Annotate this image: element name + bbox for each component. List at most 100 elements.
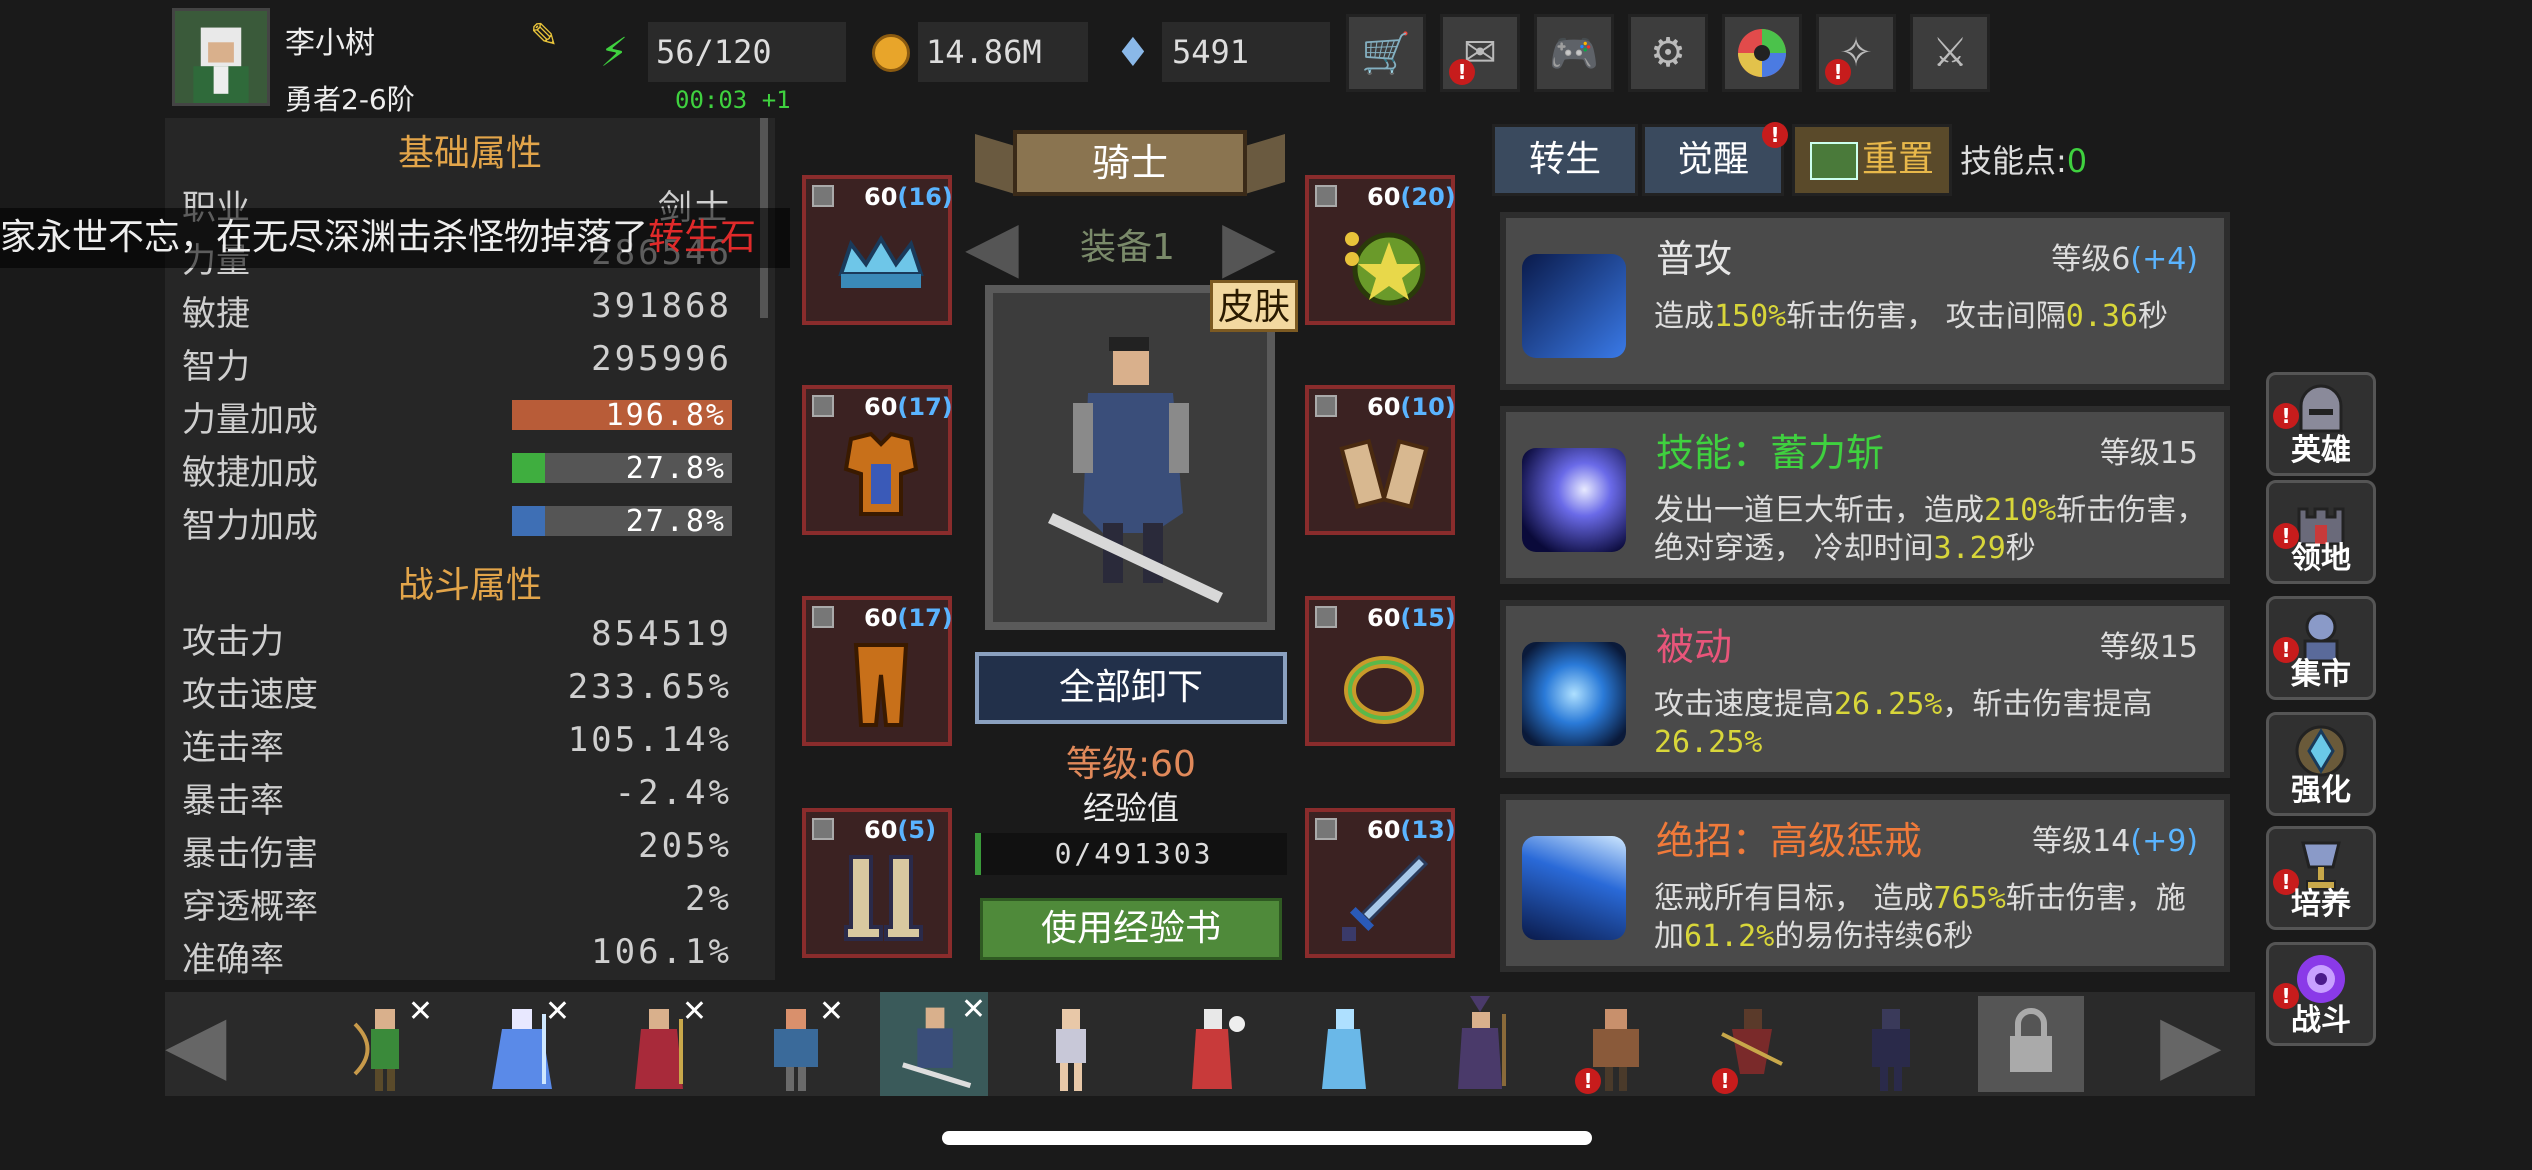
nav-hero-button[interactable]: ! 英雄: [2266, 372, 2376, 476]
use-exp-book-button[interactable]: 使用经验书: [980, 898, 1282, 960]
nav-label: 英雄: [2291, 433, 2351, 468]
shop-button[interactable]: 🛒: [1346, 14, 1426, 92]
stamina-icon: ⚡: [600, 30, 629, 76]
hero-ice-mage[interactable]: ✕: [472, 994, 572, 1094]
hero-wizard[interactable]: [1430, 994, 1530, 1094]
aperture-button[interactable]: [1722, 14, 1802, 92]
equipment-set-label: 装备1: [1080, 227, 1175, 268]
skill-name: 绝招：高级惩戒: [1656, 819, 1923, 863]
attr-value: 106.1%: [591, 932, 732, 972]
tab-rebirth[interactable]: 转生: [1492, 124, 1638, 196]
attr-row-strength-bonus: 力量加成 196.8%: [182, 392, 732, 444]
crown-icon: [838, 235, 924, 288]
skill-card-passive[interactable]: 被动 等级15 攻击速度提高26.25%，斩击伤害提高26.25%: [1500, 600, 2230, 778]
attr-label: 力量加成: [182, 400, 318, 440]
gem-icon: ♦: [1115, 30, 1151, 76]
crescent-skill-icon: [1522, 448, 1626, 552]
gem-box: 5491: [1162, 22, 1330, 82]
hero-valkyrie[interactable]: [1020, 994, 1120, 1094]
nav-label: 强化: [2291, 773, 2351, 808]
hero-sorceress[interactable]: ✕: [609, 994, 709, 1094]
attr-value: 391868: [591, 286, 732, 326]
hero-next-arrow-icon[interactable]: ▶: [2160, 996, 2250, 1092]
slot-level: 60(15): [1367, 604, 1456, 632]
lock-icon: [812, 606, 834, 628]
skin-button[interactable]: 皮肤: [1210, 280, 1298, 332]
hero-portrait: [985, 285, 1275, 630]
bonus-value: 27.8%: [625, 504, 726, 539]
exp-label: 经验值: [1082, 789, 1179, 827]
attr-row-crit-rate: 暴击率 -2.4%: [182, 773, 732, 825]
leg-armor-icon: [853, 643, 909, 727]
equip-slot-gloves[interactable]: 60(10): [1305, 385, 1456, 535]
skill-card-ultimate[interactable]: 绝招：高级惩戒 等级14(+9) 惩戒所有目标， 造成765%斩击伤害，施加61…: [1500, 794, 2230, 972]
equip-slot-weapon[interactable]: 60(13): [1305, 808, 1456, 958]
equip-slot-armor[interactable]: 60(17): [802, 385, 953, 535]
locked-hero-slot[interactable]: [1978, 996, 2084, 1092]
attr-row-combo-rate: 连击率 105.14%: [182, 720, 732, 772]
mail-button[interactable]: ✉!: [1440, 14, 1520, 92]
reset-button[interactable]: 重置: [1792, 124, 1952, 196]
skill-card-basic-attack[interactable]: 普攻 等级6(+4) 造成150%斩击伤害， 攻击间隔0.36秒: [1500, 212, 2230, 390]
attr-value: -2.4%: [614, 773, 732, 813]
attr-row-accuracy: 准确率 106.1%: [182, 932, 732, 984]
lock-icon: [812, 818, 834, 840]
next-set-arrow-icon[interactable]: ▶: [1222, 205, 1276, 287]
bonus-bar: 27.8%: [512, 451, 732, 486]
hero-archer[interactable]: ✕: [335, 994, 435, 1094]
stamina-box: 56/120: [648, 22, 846, 82]
exp-bar: 0/491303: [975, 833, 1287, 875]
alert-badge-icon: !: [1449, 59, 1475, 85]
hero-priestess[interactable]: [1162, 994, 1262, 1094]
lock-icon: [1315, 395, 1337, 417]
skill-desc: 惩戒所有目标， 造成765%斩击伤害，施加61.2%的易伤持续6秒: [1654, 881, 2186, 954]
equip-slot-legs[interactable]: 60(17): [802, 596, 953, 746]
slot-level: 60(16): [864, 183, 953, 211]
settings-button[interactable]: ⚙: [1628, 14, 1708, 92]
attr-row-intelligence-bonus: 智力加成 27.8%: [182, 498, 732, 550]
hero-prev-arrow-icon[interactable]: ◀: [165, 996, 255, 1092]
reset-label: 重置: [1861, 139, 1934, 180]
lock-icon: [812, 185, 834, 207]
gear-icon: ⚙: [1650, 30, 1686, 76]
hero-barbarian[interactable]: !: [1565, 994, 1665, 1094]
attr-row-intelligence: 智力 295996: [182, 339, 732, 391]
nav-enhance-button[interactable]: 强化: [2266, 712, 2376, 816]
slot-level: 60(5): [864, 816, 937, 844]
nav-label: 集市: [2291, 657, 2351, 692]
attr-label: 攻击速度: [182, 675, 318, 715]
nav-cultivate-button[interactable]: ! 培养: [2266, 826, 2376, 930]
nav-market-button[interactable]: ! 集市: [2266, 596, 2376, 700]
attr-row-agility-bonus: 敏捷加成 27.8%: [182, 445, 732, 497]
equip-slot-ring[interactable]: 60(15): [1305, 596, 1456, 746]
alert-badge-icon: !: [1575, 1068, 1601, 1094]
slot-level: 60(10): [1367, 393, 1456, 421]
hero-dark-knight[interactable]: [1840, 994, 1940, 1094]
crossed-swords-icon: ⚔: [1932, 30, 1968, 76]
hero-brawler[interactable]: ✕: [746, 994, 846, 1094]
hero-assassin[interactable]: !: [1702, 994, 1802, 1094]
edit-name-icon[interactable]: ✎: [530, 16, 570, 56]
lock-icon: [812, 395, 834, 417]
combat-attributes-title: 战斗属性: [397, 565, 542, 606]
prev-set-arrow-icon[interactable]: ◀: [965, 205, 1019, 287]
equip-slot-amulet[interactable]: 60(20): [1305, 175, 1456, 325]
attr-label: 暴击率: [182, 781, 284, 821]
amulet-icon: [1345, 232, 1426, 306]
nav-battle-button[interactable]: ! 战斗: [2266, 942, 2376, 1046]
equip-slot-boots[interactable]: 60(5): [802, 808, 952, 958]
unequip-all-button[interactable]: 全部卸下: [975, 652, 1287, 724]
gamepad-button[interactable]: 🎮: [1534, 14, 1614, 92]
crystal-button[interactable]: ✧!: [1816, 14, 1896, 92]
skill-level: 等级6(+4): [2051, 242, 2198, 277]
attr-label: 敏捷: [182, 294, 250, 334]
player-avatar[interactable]: [172, 8, 270, 106]
lock-icon: [1315, 185, 1337, 207]
skill-card-charge-slash[interactable]: 技能：蓄力斩 等级15 发出一道巨大斩击，造成210%斩击伤害，绝对穿透， 冷却…: [1500, 406, 2230, 584]
equip-slot-helmet[interactable]: 60(16): [802, 175, 953, 325]
bonus-value: 196.8%: [605, 398, 726, 433]
battle-button[interactable]: ⚔: [1910, 14, 1990, 92]
nav-territory-button[interactable]: ! 领地: [2266, 480, 2376, 584]
hero-water-spirit[interactable]: [1294, 994, 1394, 1094]
hero-knight-selected[interactable]: ✕: [880, 992, 988, 1096]
